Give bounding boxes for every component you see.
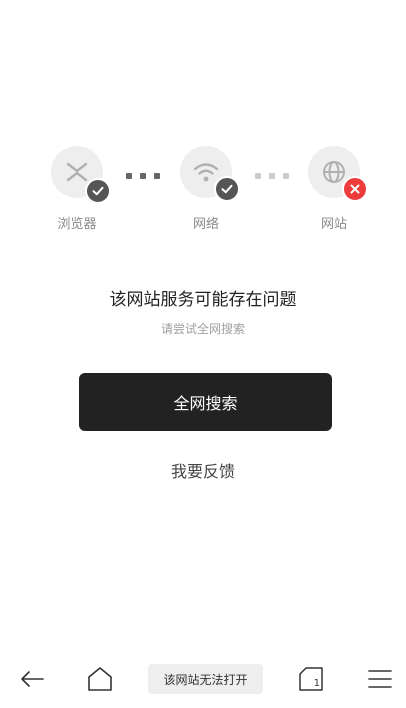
tabs-icon: 1: [299, 667, 323, 691]
check-icon: [214, 176, 240, 202]
error-subtitle: 请尝试全网搜索: [160, 322, 245, 336]
diag-label-browser: 浏览器: [57, 217, 97, 232]
error-x-icon: [342, 176, 368, 202]
diagnostic-row: 浏览器 网络 网站: [0, 0, 406, 240]
back-arrow-icon: [21, 671, 44, 687]
diag-label-network: 网络: [192, 217, 219, 232]
hamburger-menu-icon: [368, 670, 392, 688]
connector-dots-1: [126, 173, 160, 179]
menu-button[interactable]: [366, 650, 394, 708]
home-icon: [88, 667, 112, 691]
back-button[interactable]: [14, 650, 50, 708]
page-status-pill[interactable]: 该网站无法打开: [148, 664, 263, 694]
check-icon: [85, 178, 111, 204]
tabs-button[interactable]: 1: [296, 650, 326, 708]
error-page: 浏览器 网络 网站 该网站服务可能存在问题 请尝试全网搜索 全网搜索 我要反馈 …: [0, 0, 406, 708]
connector-dots-2: [255, 173, 289, 179]
browser-icon: [66, 162, 88, 182]
search-all-web-button[interactable]: 全网搜索: [79, 373, 332, 431]
error-title: 该网站服务可能存在问题: [109, 290, 297, 310]
tab-count: 1: [313, 678, 320, 689]
bottom-toolbar: 该网站无法打开 1: [0, 650, 406, 708]
feedback-link[interactable]: 我要反馈: [0, 458, 406, 482]
home-button[interactable]: [84, 650, 116, 708]
diag-label-website: 网站: [320, 217, 347, 232]
